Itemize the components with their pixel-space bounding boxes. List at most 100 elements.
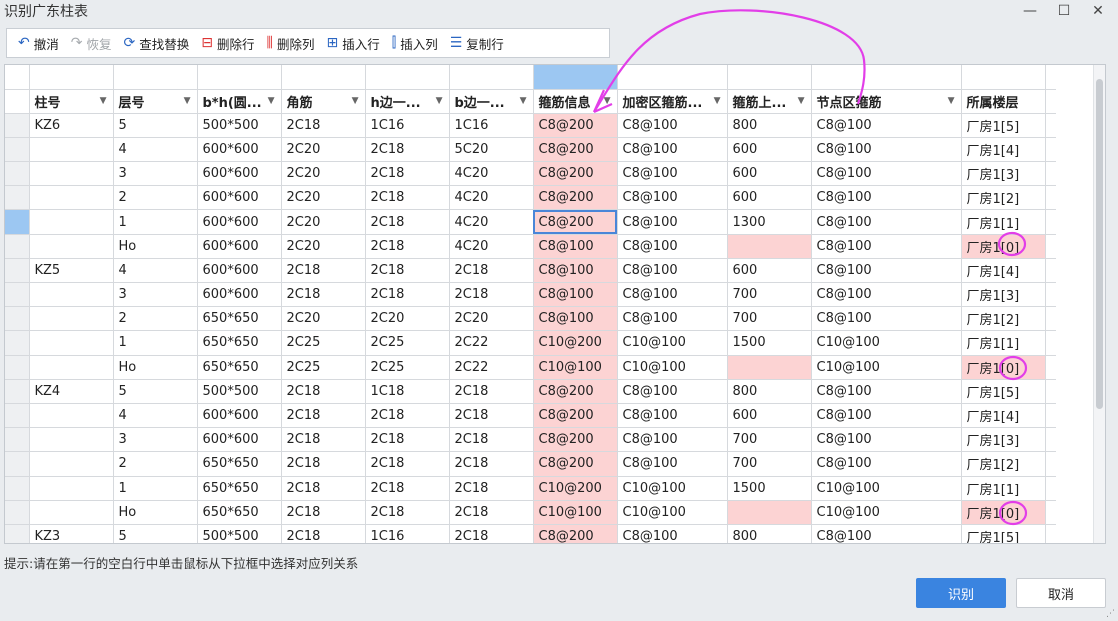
row-header[interactable] (5, 89, 30, 114)
column-header[interactable]: 加密区箍筋... ▼ (617, 89, 728, 114)
recognize-button[interactable]: 识别 (916, 578, 1006, 608)
delete-row-button[interactable]: ⊟ 删除行 (196, 31, 259, 55)
copy-row-button[interactable]: ☰ 复制行 (445, 31, 509, 55)
table-cell[interactable]: 2C20 (281, 137, 366, 163)
dropdown-arrow-icon[interactable]: ▼ (436, 96, 443, 106)
table-cell[interactable]: C8@100 (617, 282, 728, 308)
row-header[interactable] (5, 282, 30, 308)
table-cell[interactable]: 2C18 (449, 282, 534, 308)
table-cell[interactable]: 4 (113, 258, 198, 284)
table-cell[interactable]: 厂房1[5] (961, 379, 1046, 404)
table-cell[interactable]: 1500 (727, 330, 812, 356)
table-cell[interactable]: 600 (727, 161, 812, 187)
redo-button[interactable]: ↷ 恢复 (66, 31, 117, 55)
table-cell[interactable]: 600*600 (197, 137, 282, 163)
table-cell[interactable]: 650*650 (197, 355, 282, 380)
row-header[interactable] (5, 330, 30, 356)
row-header[interactable] (5, 355, 30, 380)
table-cell[interactable]: 700 (727, 282, 812, 308)
column-header[interactable]: b边一... ▼ (449, 89, 534, 114)
mapping-cell[interactable] (449, 65, 534, 90)
row-header[interactable] (5, 306, 30, 332)
table-cell[interactable]: 厂房1[5] (961, 524, 1046, 543)
table-cell[interactable]: 600 (727, 258, 812, 284)
find-replace-button[interactable]: ⟳ 查找替换 (119, 31, 195, 55)
table-cell[interactable]: 650*650 (197, 330, 282, 356)
table-cell[interactable]: C10@100 (811, 500, 962, 525)
table-cell[interactable]: 800 (727, 113, 812, 138)
table-cell[interactable]: C8@100 (533, 234, 618, 259)
table-cell[interactable]: 800 (727, 524, 812, 543)
resize-grip-icon[interactable]: ⋰ (1106, 609, 1115, 619)
table-cell[interactable]: C8@100 (617, 209, 728, 235)
column-header[interactable]: 角筋 ▼ (281, 89, 366, 114)
table-cell[interactable]: Ho (113, 355, 198, 380)
vertical-scrollbar[interactable] (1093, 65, 1105, 543)
table-cell[interactable]: 2C18 (281, 427, 366, 453)
table-cell[interactable]: 厂房1[3] (961, 282, 1046, 308)
mapping-cell[interactable] (727, 65, 812, 90)
table-cell[interactable]: 2C18 (365, 258, 450, 284)
table-cell[interactable]: C8@100 (811, 234, 962, 259)
table-cell[interactable]: 1C16 (365, 524, 450, 543)
table-cell[interactable]: 厂房1[2] (961, 306, 1046, 332)
row-header[interactable] (5, 185, 30, 211)
table-cell[interactable]: 2C18 (449, 500, 534, 525)
table-cell[interactable]: 600 (727, 137, 812, 163)
table-cell[interactable] (29, 185, 114, 211)
row-header[interactable] (5, 65, 30, 90)
table-cell[interactable]: 5 (113, 524, 198, 543)
table-cell[interactable]: C8@100 (811, 282, 962, 308)
cancel-button[interactable]: 取消 (1016, 578, 1106, 608)
table-cell[interactable]: 1C16 (365, 113, 450, 138)
column-header[interactable]: h边一... ▼ (365, 89, 450, 114)
table-cell[interactable]: C10@100 (533, 355, 618, 380)
table-cell[interactable]: C8@100 (811, 451, 962, 477)
table-cell[interactable]: 650*650 (197, 476, 282, 501)
column-header[interactable]: 柱号 ▼ (29, 89, 114, 114)
table-cell[interactable]: 2C18 (281, 451, 366, 477)
table-cell[interactable]: 厂房1[3] (961, 427, 1046, 453)
table-cell[interactable]: 2C18 (281, 113, 366, 138)
table-cell[interactable]: C8@100 (617, 137, 728, 163)
table-cell[interactable] (29, 282, 114, 308)
table-cell[interactable]: 1 (113, 476, 198, 501)
table-cell[interactable]: 5 (113, 113, 198, 138)
row-header[interactable] (5, 258, 30, 284)
table-cell[interactable] (29, 330, 114, 356)
table-cell[interactable] (727, 500, 812, 525)
row-header[interactable] (5, 137, 30, 163)
table-cell[interactable] (727, 355, 812, 380)
column-header[interactable]: 所属楼层 (961, 89, 1046, 114)
table-cell[interactable]: 650*650 (197, 500, 282, 525)
table-cell[interactable]: Ho (113, 234, 198, 259)
table-cell[interactable]: 2C18 (449, 524, 534, 543)
table-cell[interactable]: 2C18 (449, 379, 534, 404)
table-cell[interactable]: C8@200 (533, 451, 618, 477)
table-cell[interactable]: 厂房1[0] (961, 500, 1046, 525)
table-cell[interactable]: 2 (113, 451, 198, 477)
table-cell[interactable]: 3 (113, 161, 198, 187)
mapping-cell[interactable] (811, 65, 962, 90)
table-cell[interactable]: 600*600 (197, 258, 282, 284)
table-cell[interactable]: 厂房1[0] (961, 355, 1046, 380)
table-cell[interactable]: C8@100 (617, 451, 728, 477)
table-cell[interactable]: C8@200 (533, 403, 618, 429)
table-cell[interactable]: 700 (727, 306, 812, 332)
dropdown-arrow-icon[interactable]: ▼ (184, 96, 191, 106)
mapping-cell[interactable] (281, 65, 366, 90)
scrollbar-thumb[interactable] (1096, 79, 1103, 409)
mapping-cell[interactable] (533, 65, 618, 90)
mapping-cell[interactable] (113, 65, 198, 90)
table-cell[interactable]: 1500 (727, 476, 812, 501)
maximize-icon[interactable]: ☐ (1056, 3, 1072, 19)
row-header[interactable] (5, 524, 30, 543)
table-cell[interactable] (29, 137, 114, 163)
table-cell[interactable]: 2C20 (449, 306, 534, 332)
table-cell[interactable]: C8@100 (617, 427, 728, 453)
table-cell[interactable]: C8@100 (811, 403, 962, 429)
table-cell[interactable]: C8@100 (811, 113, 962, 138)
row-header[interactable] (5, 476, 30, 501)
table-cell[interactable]: C8@200 (533, 524, 618, 543)
table-cell[interactable]: 厂房1[4] (961, 258, 1046, 284)
